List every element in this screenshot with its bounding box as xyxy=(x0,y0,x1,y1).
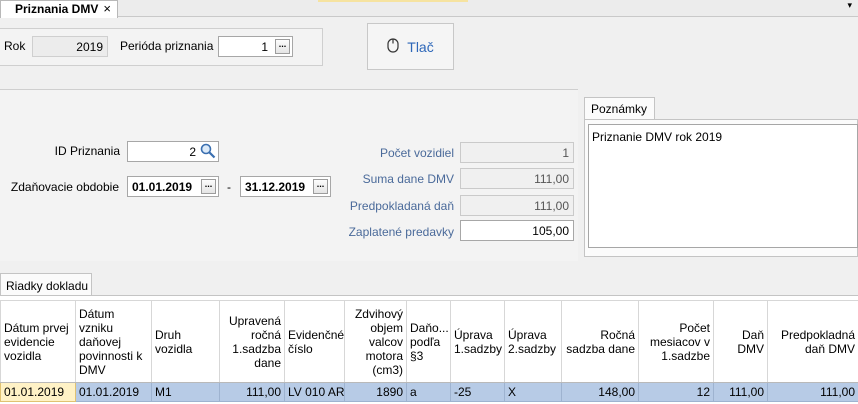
column-header[interactable]: Upravená ročná 1.sadzba dane xyxy=(219,300,285,383)
table-cell[interactable]: M1 xyxy=(151,382,220,402)
table-cell[interactable]: X xyxy=(504,382,562,402)
suma-field: 111,00 xyxy=(460,168,574,189)
lines-grid: Dátum prvej evidencie vozidla Dátum vzni… xyxy=(0,300,858,402)
perioda-label: Perióda priznania xyxy=(120,39,214,53)
zaplatene-label: Zaplatené predavky xyxy=(348,225,454,239)
obdobie-to-ellipsis-button[interactable]: ... xyxy=(313,179,328,194)
table-cell[interactable]: 01.01.2019 xyxy=(0,382,76,402)
tab-priznania-dmv[interactable]: Priznania DMV × xyxy=(0,0,118,18)
table-cell[interactable]: 12 xyxy=(638,382,714,402)
table-cell[interactable]: 111,00 xyxy=(713,382,768,402)
obdobie-separator: - xyxy=(227,180,231,194)
tab-strip-highlight xyxy=(318,0,468,2)
rok-label: Rok xyxy=(4,39,26,53)
tab-poznamky[interactable]: Poznámky xyxy=(584,97,655,119)
table-cell[interactable]: 111,00 xyxy=(219,382,285,402)
column-header[interactable]: Daň DMV xyxy=(713,300,768,383)
tab-title: Priznania DMV xyxy=(15,2,99,16)
chevron-down-icon[interactable]: ▾ xyxy=(847,0,852,11)
table-cell[interactable]: 148,00 xyxy=(561,382,639,402)
table-cell[interactable]: LV 010 AR xyxy=(284,382,345,402)
column-header[interactable]: Predpokladná daň DMV xyxy=(767,300,858,383)
table-row[interactable]: 01.01.2019 01.01.2019 M1 111,00 LV 010 A… xyxy=(0,382,858,402)
tab-strip xyxy=(0,0,858,17)
column-header[interactable]: Evidenčné číslo xyxy=(284,300,345,383)
close-icon[interactable]: × xyxy=(103,1,111,16)
mouse-icon xyxy=(387,37,399,56)
print-button[interactable]: Tlač xyxy=(367,23,454,70)
pocet-field: 1 xyxy=(460,142,574,163)
zaplatene-field[interactable]: 105,00 xyxy=(460,220,574,241)
suma-label: Suma dane DMV xyxy=(362,172,454,186)
column-header[interactable]: Počet mesiacov v 1.sadzbe xyxy=(638,300,714,383)
column-header[interactable]: Ročná sadzba dane xyxy=(561,300,639,383)
table-cell[interactable]: 111,00 xyxy=(767,382,858,402)
column-header[interactable]: Zdvihový objem valcov motora (cm3) xyxy=(344,300,407,383)
search-icon[interactable] xyxy=(200,143,216,162)
predpokladana-field: 111,00 xyxy=(460,195,574,216)
tab-riadky-dokladu[interactable]: Riadky dokladu xyxy=(0,273,92,295)
perioda-ellipsis-button[interactable]: ... xyxy=(275,39,290,54)
table-cell[interactable]: 01.01.2019 xyxy=(75,382,152,402)
print-label: Tlač xyxy=(407,38,434,55)
obdobie-label: Zdaňovacie obdobie xyxy=(10,180,119,194)
column-header[interactable]: Daňo... podľa §3 xyxy=(406,300,451,383)
column-header[interactable]: Úprava 1.sadzby xyxy=(450,300,505,383)
table-cell[interactable]: -25 xyxy=(450,382,505,402)
column-header[interactable]: Dátum prvej evidencie vozidla xyxy=(0,300,76,383)
column-header[interactable]: Úprava 2.sadzby xyxy=(504,300,562,383)
table-cell[interactable]: a xyxy=(406,382,451,402)
table-cell[interactable]: 1890 xyxy=(344,382,407,402)
column-header[interactable]: Druh vozidla xyxy=(151,300,220,383)
predpokladana-label: Predpokladaná daň xyxy=(349,199,454,213)
notes-textarea[interactable]: Priznanie DMV rok 2019 xyxy=(588,124,858,248)
obdobie-from-ellipsis-button[interactable]: ... xyxy=(201,179,216,194)
pocet-label: Počet vozidiel xyxy=(379,146,454,160)
rok-field: 2019 xyxy=(32,36,108,57)
column-header[interactable]: Dátum vzniku daňovej povinnosti k DMV xyxy=(75,300,152,383)
id-label: ID Priznania xyxy=(54,144,120,158)
grid-header-row: Dátum prvej evidencie vozidla Dátum vzni… xyxy=(0,300,858,383)
